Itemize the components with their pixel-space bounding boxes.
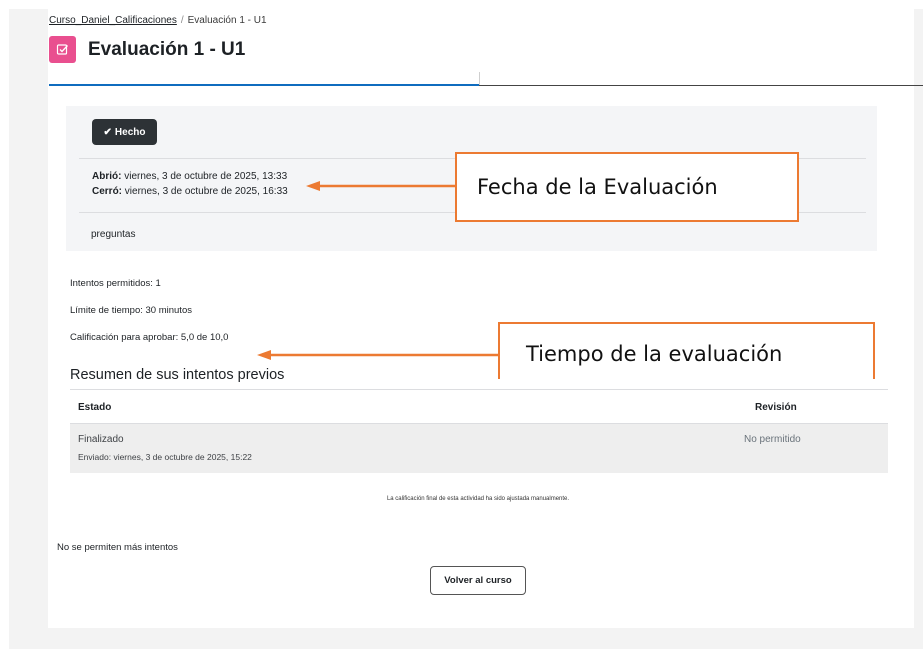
time-arrow-head: [257, 350, 271, 360]
date-arrow-head: [306, 181, 320, 191]
annotation-arrows: [257, 181, 498, 360]
